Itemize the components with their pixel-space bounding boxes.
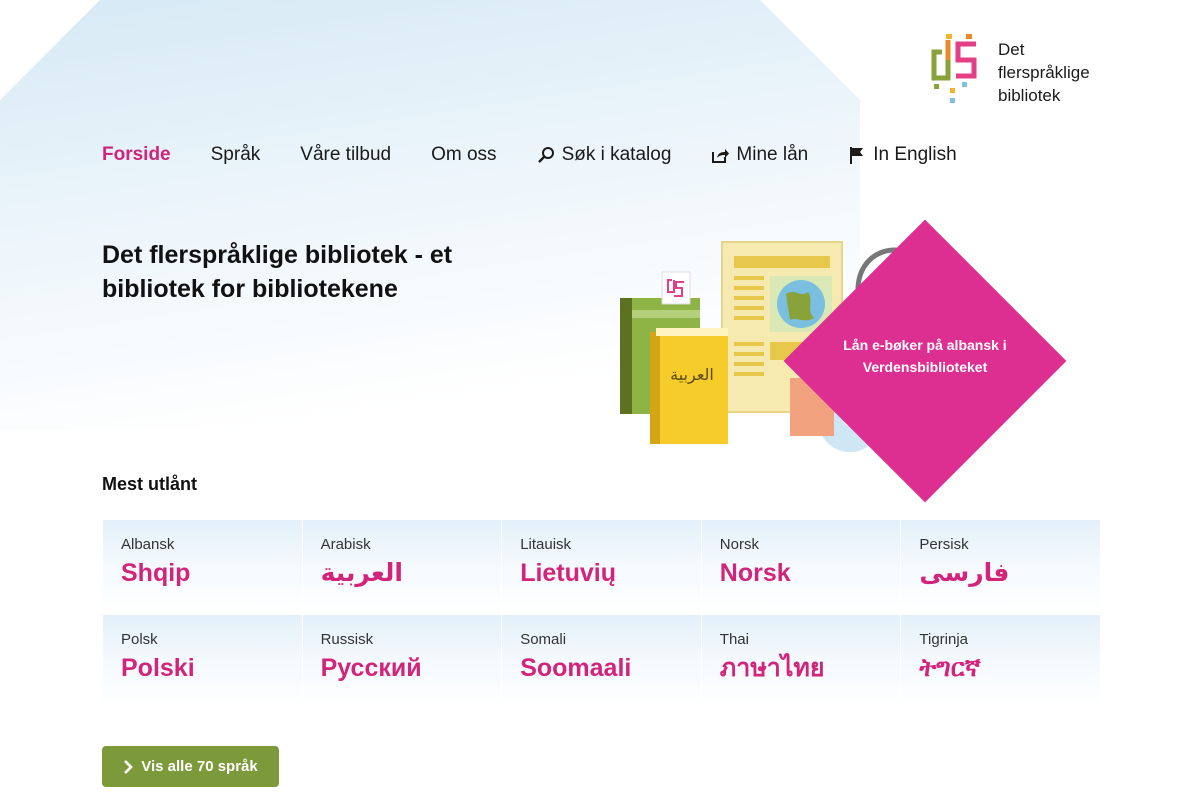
language-card-russisk[interactable]: Russisk Русский (301, 615, 502, 710)
book-arabic-text: العربية (670, 365, 714, 385)
nav-item-vare-tilbud[interactable]: Våre tilbud (300, 144, 391, 166)
language-native-name: ትግርኛ (919, 654, 981, 682)
language-native-name: Polski (121, 654, 195, 682)
logo-line-2: flerspråklige (998, 63, 1090, 82)
nav-item-in-english[interactable]: In English (848, 144, 957, 166)
logo-mark-icon (931, 34, 977, 103)
share-icon (712, 149, 730, 163)
site-logo[interactable]: Det flerspråklige bibliotek (928, 30, 1090, 110)
nav-item-sok-i-katalog[interactable]: Søk i katalog (537, 144, 672, 166)
language-name: Litauisk (520, 536, 572, 553)
show-all-languages-label: Vis alle 70 språk (141, 758, 258, 775)
logo-text: Det flerspråklige bibliotek (998, 38, 1090, 107)
logo-line-3: bibliotek (998, 86, 1061, 105)
nav-label: Forside (102, 144, 171, 165)
flag-icon (850, 147, 864, 164)
nav-label: Søk i katalog (561, 144, 672, 165)
page-title: Det flerspråklige bibliotek - et bibliot… (102, 241, 453, 303)
language-native-name: فارسی (919, 559, 1010, 587)
language-card-tigrinja[interactable]: Tigrinja ትግርኛ (900, 615, 1100, 710)
language-name: Thai (719, 631, 749, 648)
language-native-name: Shqip (121, 559, 191, 587)
show-all-languages-button[interactable]: Vis alle 70 språk (102, 746, 279, 787)
language-native-name: Русский (320, 654, 422, 682)
nav-item-forside[interactable]: Forside (102, 144, 171, 166)
language-name: Russisk (320, 631, 374, 648)
promo-banner[interactable]: Lån e-bøker på albansk i Verdensbibliote… (783, 219, 1067, 503)
search-icon (537, 147, 554, 163)
language-native-name: العربية (320, 559, 403, 587)
page: Det flerspråklige bibliotek Forside Språ… (0, 0, 1200, 800)
language-card-albansk[interactable]: Albansk Shqip (102, 520, 302, 615)
main-nav: Forside Språk Våre tilbud Om oss Søk i k… (102, 144, 997, 166)
language-card-arabisk[interactable]: Arabisk العربية (301, 520, 502, 615)
language-native-name: ภาษาไทย (719, 654, 825, 682)
language-card-persisk[interactable]: Persisk فارسی (900, 520, 1100, 615)
nav-item-om-oss[interactable]: Om oss (431, 144, 496, 166)
language-name: Polsk (121, 631, 158, 648)
language-card-litauisk[interactable]: Litauisk Lietuvių (501, 520, 701, 615)
language-name: Norsk (719, 536, 759, 553)
nav-label: Språk (210, 144, 261, 165)
language-name: Persisk (919, 536, 969, 553)
language-native-name: Lietuvių (520, 559, 617, 587)
language-name: Somali (520, 631, 567, 648)
language-grid: Albansk Shqip Arabisk العربية Litauisk L… (102, 520, 1100, 710)
logo-line-1: Det (998, 40, 1025, 59)
language-card-thai[interactable]: Thai ภาษาไทย (700, 615, 901, 710)
language-name: Albansk (121, 536, 175, 553)
nav-item-mine-lan[interactable]: Mine lån (711, 144, 808, 166)
language-name: Arabisk (320, 536, 371, 553)
language-name: Tigrinja (919, 631, 969, 648)
nav-label: Om oss (431, 144, 497, 165)
language-native-name: Norsk (719, 559, 791, 587)
promo-text: Lån e-bøker på albansk i Verdensbibliote… (843, 337, 1007, 375)
language-card-polsk[interactable]: Polsk Polski (102, 615, 302, 710)
language-native-name: Soomaali (520, 654, 632, 682)
chevron-right-icon (124, 759, 134, 774)
nav-item-sprak[interactable]: Språk (211, 144, 261, 166)
nav-label: Mine lån (736, 144, 809, 165)
language-card-norsk[interactable]: Norsk Norsk (700, 520, 901, 615)
language-card-somali[interactable]: Somali Soomaali (501, 615, 701, 710)
nav-label: Våre tilbud (300, 144, 392, 165)
section-title-most-borrowed: Mest utlånt (102, 474, 198, 494)
nav-label: In English (873, 144, 957, 165)
